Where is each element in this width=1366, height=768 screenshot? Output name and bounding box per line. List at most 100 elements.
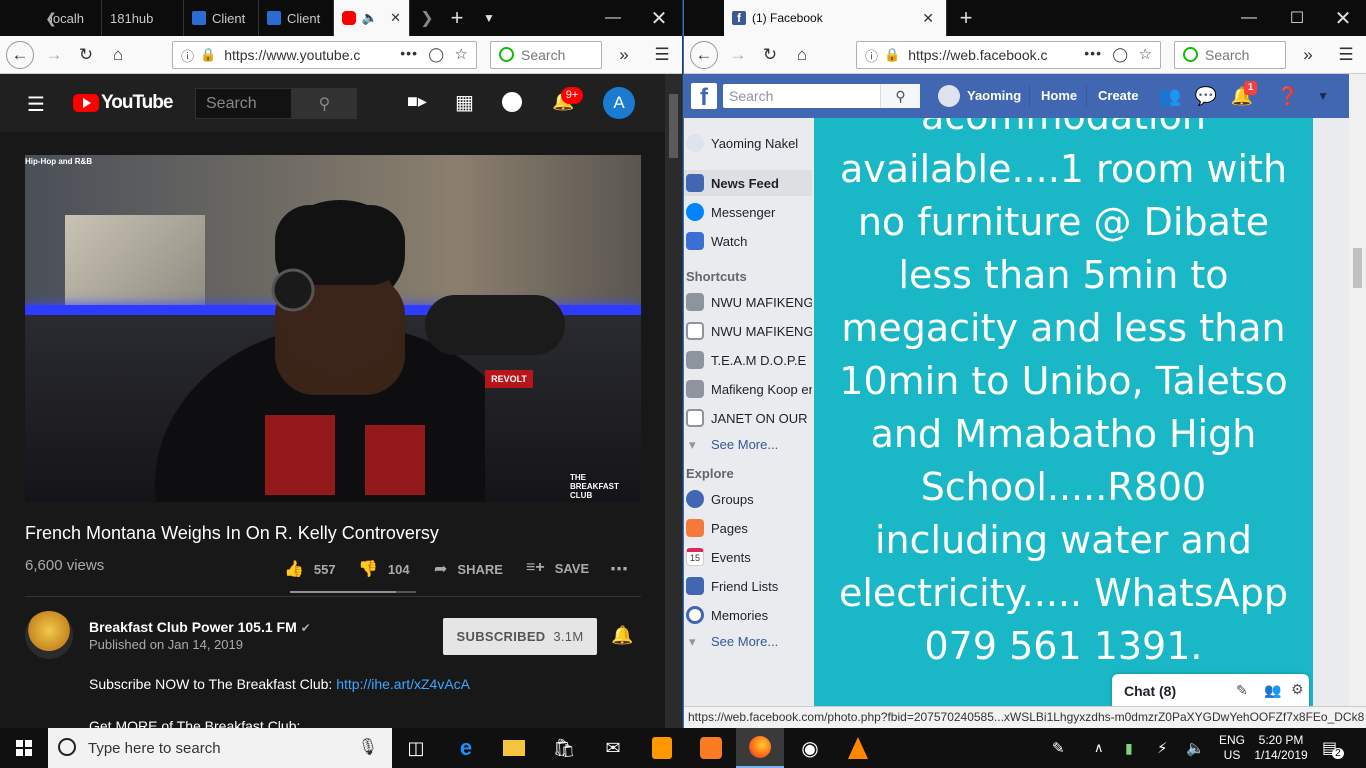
apps-grid-icon[interactable]: ▦ — [455, 90, 474, 115]
page-actions-icon[interactable]: ••• — [1084, 45, 1102, 61]
sidebar-profile[interactable]: Yaoming Nakel — [684, 130, 812, 156]
xampp-icon[interactable] — [687, 728, 735, 768]
description-link[interactable]: http://ihe.art/xZ4vAcA — [336, 676, 470, 692]
shortcut-item[interactable]: Mafikeng Koop en — [684, 376, 812, 402]
bookmark-star-icon[interactable]: ☆ — [455, 45, 468, 63]
pocket-icon[interactable]: ◯ — [428, 46, 444, 63]
firefox-icon[interactable] — [736, 728, 784, 768]
profile-link[interactable]: Yaoming — [967, 88, 1021, 103]
page-scrollbar[interactable] — [1349, 74, 1366, 706]
maximize-button[interactable]: ☐ — [1274, 0, 1320, 36]
messages-icon[interactable] — [502, 92, 522, 112]
edge-browser-icon[interactable]: e — [442, 728, 490, 768]
show-hidden-icons-chevron-icon[interactable]: ∧ — [1094, 728, 1104, 768]
media-player-icon[interactable]: ◉ — [786, 728, 834, 768]
browser-search-box[interactable]: Search — [1174, 41, 1286, 69]
page-actions-icon[interactable]: ••• — [400, 45, 418, 61]
shortcut-item[interactable]: T.E.A.M D.O.P.E — [684, 347, 812, 373]
sidebar-item-pages[interactable]: Pages — [684, 515, 812, 541]
account-menu-icon[interactable]: ▼ — [1311, 84, 1335, 108]
sidebar-item-memories[interactable]: Memories — [684, 602, 812, 628]
youtube-logo-icon[interactable] — [73, 94, 99, 112]
tab-client-1[interactable]: Client — [184, 0, 259, 36]
facebook-logo-icon[interactable]: f — [691, 83, 717, 111]
sidebar-item-events[interactable]: 15 Events — [684, 544, 812, 570]
close-tab-icon[interactable]: ✕ — [390, 10, 401, 26]
battery-icon[interactable]: ▮ — [1125, 728, 1133, 768]
sidebar-item-friend-lists[interactable]: Friend Lists — [684, 573, 812, 599]
shortcut-item[interactable]: NWU MAFIKENG — [684, 289, 812, 315]
store-icon[interactable]: 🛍 — [540, 728, 588, 768]
sublime-text-icon[interactable] — [638, 728, 686, 768]
messenger-icon[interactable]: 💬 — [1194, 84, 1218, 108]
browser-search-box[interactable]: Search — [490, 41, 602, 69]
new-tab-button[interactable]: + — [949, 0, 983, 36]
new-group-icon[interactable]: 👥 — [1264, 682, 1281, 699]
tab-facebook[interactable]: f (1) Facebook ✕ — [724, 0, 947, 36]
account-avatar[interactable]: A — [603, 87, 635, 119]
guide-menu-icon[interactable]: ☰ — [27, 92, 45, 117]
sidebar-item-groups[interactable]: Groups — [684, 486, 812, 512]
forward-button[interactable]: → — [40, 41, 68, 69]
close-tab-icon[interactable]: ✕ — [922, 10, 934, 27]
settings-gear-icon[interactable]: ⚙ — [1291, 681, 1304, 698]
new-tab-button[interactable]: + — [440, 0, 474, 36]
close-window-button[interactable]: ✕ — [636, 0, 682, 36]
minimize-button[interactable]: — — [1226, 0, 1272, 36]
minimize-button[interactable]: — — [590, 0, 636, 36]
subscribe-button[interactable]: SUBSCRIBED 3.1M — [443, 618, 597, 655]
network-icon[interactable]: ⚡ — [1157, 728, 1168, 768]
sidebar-item-messenger[interactable]: Messenger — [684, 199, 812, 225]
back-button[interactable]: ← — [6, 41, 34, 69]
tab-client-2[interactable]: Client — [259, 0, 334, 36]
dislike-button[interactable]: 👎 104 — [358, 559, 410, 579]
profile-avatar[interactable] — [938, 85, 960, 107]
microphone-icon[interactable]: 🎙 — [358, 737, 378, 757]
home-button[interactable]: ⌂ — [788, 41, 816, 69]
create-link[interactable]: Create — [1098, 88, 1138, 103]
hamburger-menu-icon[interactable]: ☰ — [648, 41, 676, 69]
pocket-icon[interactable]: ◯ — [1112, 46, 1128, 63]
home-button[interactable]: ⌂ — [104, 41, 132, 69]
like-button[interactable]: 👍 557 — [284, 559, 336, 579]
help-icon[interactable]: ❓ — [1276, 84, 1300, 108]
search-icon[interactable]: ⚲ — [880, 84, 920, 108]
home-link[interactable]: Home — [1041, 88, 1077, 103]
tab-youtube[interactable]: 🔈 ✕ — [334, 0, 410, 36]
search-icon[interactable]: ⚲ — [292, 88, 357, 119]
chat-bar[interactable]: Chat (8) ✎ 👥 ⚙ — [1112, 674, 1309, 708]
mail-icon[interactable]: ✉ — [589, 728, 637, 768]
volume-icon[interactable]: 🔈 — [1186, 728, 1205, 768]
channel-avatar[interactable] — [25, 611, 73, 659]
create-video-icon[interactable]: ■▸ — [407, 91, 427, 112]
sidebar-item-news-feed[interactable]: News Feed — [684, 170, 812, 196]
close-window-button[interactable]: ✕ — [1320, 0, 1366, 36]
language-indicator[interactable]: ENG US — [1219, 728, 1245, 768]
see-more-shortcuts-link[interactable]: See More... — [689, 437, 778, 453]
task-view-icon[interactable]: ◫ — [392, 728, 440, 768]
bookmark-star-icon[interactable]: ☆ — [1139, 45, 1152, 63]
list-all-tabs-button[interactable]: ▼ — [472, 0, 506, 36]
sidebar-item-watch[interactable]: Watch — [684, 228, 812, 254]
clock[interactable]: 5:20 PM 1/14/2019 — [1254, 728, 1307, 768]
shortcut-item[interactable]: NWU MAFIKENG — [684, 318, 812, 344]
page-scrollbar[interactable] — [665, 74, 682, 728]
youtube-logo-text[interactable]: YouTube — [101, 92, 173, 114]
action-center-icon[interactable]: ▤ 2 — [1322, 728, 1344, 768]
notification-bell-icon[interactable]: 🔔 — [611, 625, 633, 646]
tab-scroll-left-button[interactable]: ❮ — [36, 0, 66, 36]
reload-button[interactable]: ↻ — [72, 41, 100, 69]
back-button[interactable]: ← — [690, 41, 718, 69]
taskbar-search-input[interactable]: Type here to search 🎙 — [48, 728, 392, 768]
share-button[interactable]: ➦ SHARE — [434, 559, 503, 579]
hamburger-menu-icon[interactable]: ☰ — [1332, 41, 1360, 69]
address-bar[interactable]: ⓘ 🔒 https://www.youtube.c ••• ◯ ☆ — [172, 41, 477, 69]
scrollbar-thumb[interactable] — [1353, 248, 1362, 288]
info-icon[interactable]: ⓘ — [865, 46, 878, 65]
save-button[interactable]: ≡+ SAVE — [526, 559, 589, 577]
reload-button[interactable]: ↻ — [756, 41, 784, 69]
info-icon[interactable]: ⓘ — [181, 46, 194, 65]
vlc-icon[interactable] — [834, 728, 882, 768]
compose-icon[interactable]: ✎ — [1236, 682, 1248, 699]
file-explorer-icon[interactable] — [490, 728, 538, 768]
